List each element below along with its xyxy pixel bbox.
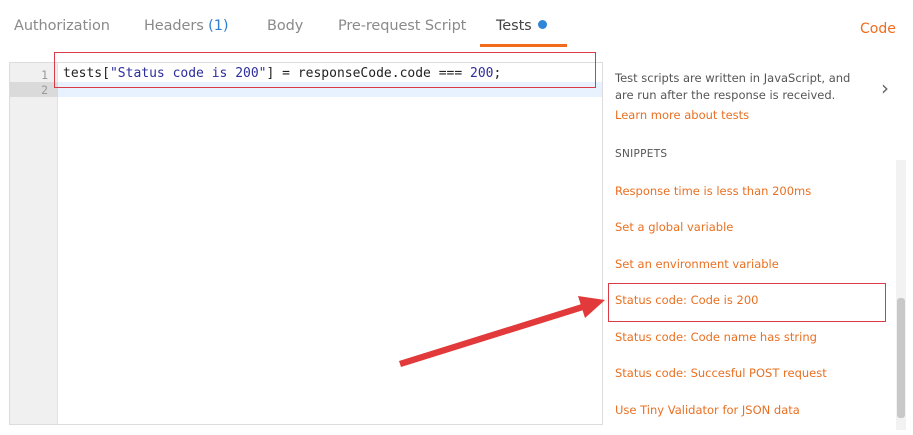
- tab-pre-request-script[interactable]: Pre-request Script: [338, 18, 466, 34]
- editor-gutter: [10, 63, 58, 424]
- headers-count-badge: (1): [208, 18, 229, 34]
- line-number: 2: [41, 83, 48, 97]
- tab-body[interactable]: Body: [267, 18, 303, 34]
- tab-bar: Authorization Headers (1) Body Pre-reque…: [0, 0, 913, 54]
- snippet-item[interactable]: Status code: Succesful POST request: [615, 366, 827, 380]
- snippets-scrollbar[interactable]: [896, 160, 906, 430]
- code-link[interactable]: Code: [860, 21, 896, 37]
- test-script-editor[interactable]: 1 2 tests["Status code is 200"] = respon…: [9, 62, 603, 425]
- tab-tests[interactable]: Tests: [496, 18, 547, 34]
- scroll-thumb[interactable]: [897, 298, 905, 418]
- snippet-item[interactable]: Status code: Code name has string: [615, 330, 817, 344]
- code-highlight-annotation: [54, 52, 596, 88]
- snippet-item[interactable]: Use Tiny Validator for JSON data: [615, 403, 800, 417]
- learn-more-link[interactable]: Learn more about tests: [615, 108, 749, 122]
- tests-description: Test scripts are written in JavaScript, …: [615, 71, 851, 102]
- snippet-item[interactable]: Response time is less than 200ms: [615, 184, 811, 198]
- unsaved-dot-icon: [537, 20, 547, 29]
- tab-headers[interactable]: Headers (1): [144, 18, 229, 34]
- snippet-highlight-annotation: [608, 283, 886, 322]
- tab-headers-label: Headers: [144, 18, 204, 34]
- tab-authorization[interactable]: Authorization: [14, 18, 110, 34]
- line-number: 1: [41, 68, 48, 82]
- snippet-item[interactable]: Set a global variable: [615, 220, 733, 234]
- tab-tests-label: Tests: [496, 18, 532, 34]
- snippets-panel: Test scripts are written in JavaScript, …: [603, 54, 913, 435]
- chevron-right-icon[interactable]: ›: [881, 76, 889, 100]
- active-tab-indicator: [480, 44, 567, 47]
- snippets-heading: SNIPPETS: [615, 148, 668, 160]
- snippet-item[interactable]: Set an environment variable: [615, 257, 779, 271]
